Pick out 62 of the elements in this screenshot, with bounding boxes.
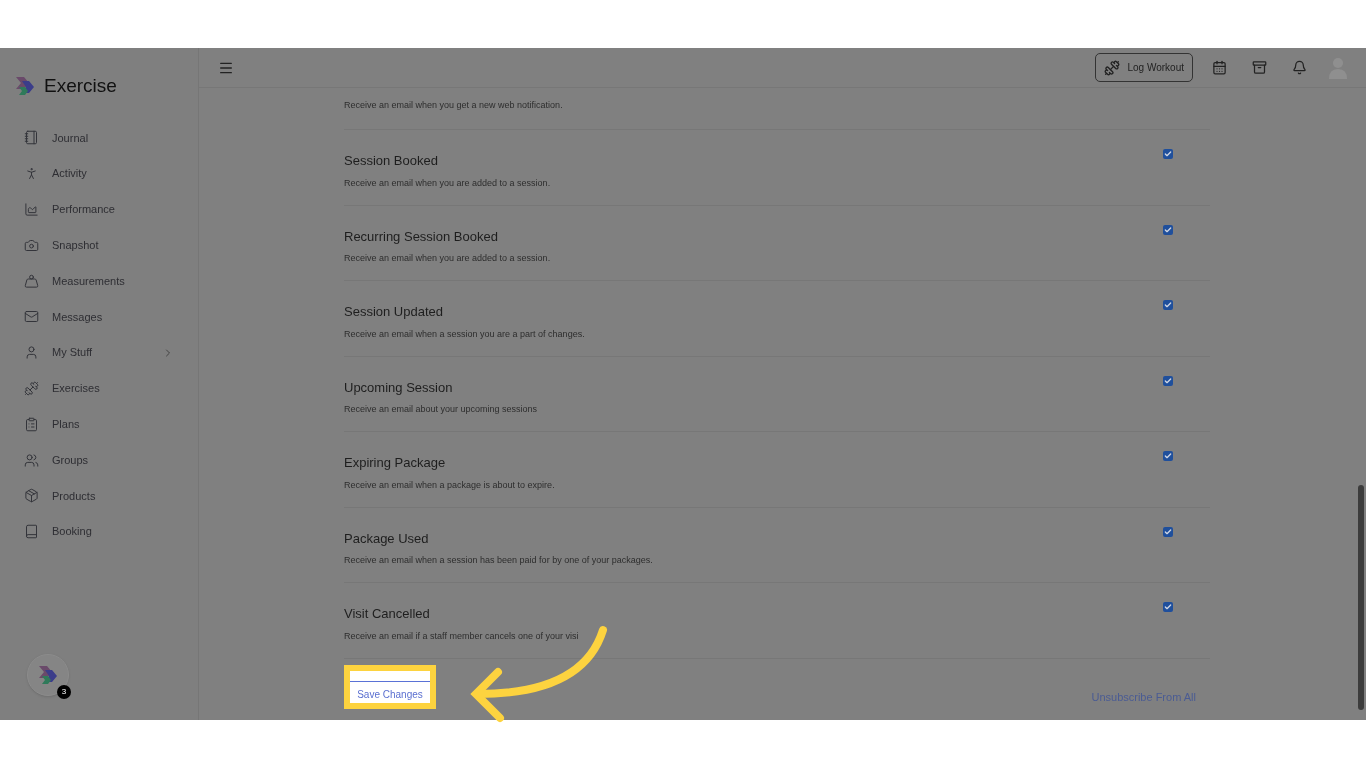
- notification-title: Expiring Package: [344, 454, 447, 472]
- box-icon[interactable]: [1252, 60, 1267, 75]
- checkbox[interactable]: [1163, 300, 1173, 310]
- sidebar-item[interactable]: Booking: [0, 513, 198, 550]
- brand-name: Exercise: [44, 73, 117, 98]
- sidebar-item[interactable]: Messages: [0, 299, 198, 335]
- log-workout-button[interactable]: Log Workout: [1095, 53, 1193, 82]
- notification-description: Receive an email if a staff member cancels one of your visi: [344, 629, 580, 643]
- notification-title: Upcoming Session: [344, 378, 454, 397]
- notification-title: Package Used: [344, 529, 430, 548]
- notification-description: Receive an email when a session you are a part of changes.: [344, 327, 586, 341]
- checkbox[interactable]: [1163, 526, 1173, 537]
- user-icon: [24, 345, 39, 361]
- notification-badge: 3: [57, 685, 71, 699]
- sidebar-item[interactable]: Snapshot: [0, 227, 198, 264]
- journal-icon: [24, 130, 39, 146]
- dumbbell-icon: [1104, 59, 1121, 76]
- checkmark-icon: [1164, 225, 1172, 234]
- bell-icon[interactable]: [1292, 60, 1307, 75]
- notification-title: Session Updated: [344, 303, 444, 321]
- camera-icon: [24, 237, 39, 253]
- envelope-icon: [24, 309, 39, 325]
- checkbox[interactable]: [1163, 602, 1173, 612]
- area-chart-icon: [24, 202, 39, 217]
- clipboard-icon: [24, 416, 39, 432]
- checkmark-icon: [1164, 603, 1172, 611]
- sidebar-item[interactable]: Measurements: [0, 263, 198, 299]
- calendar-icon[interactable]: [1212, 60, 1227, 75]
- checkmark-icon: [1164, 527, 1172, 536]
- notification-description: Receive an email when you are added to a session.: [344, 252, 552, 265]
- notification-description: Receive an email when a session has been paid for by one of your packages.: [344, 554, 654, 567]
- checkbox[interactable]: [1163, 224, 1173, 235]
- sidebar-item[interactable]: My Stuff: [0, 334, 198, 371]
- book-icon: [24, 524, 39, 540]
- sidebar-item[interactable]: Plans: [0, 406, 198, 443]
- sidebar-item[interactable]: Activity: [0, 155, 198, 192]
- checkbox[interactable]: [1163, 451, 1173, 461]
- checkmark-icon: [1164, 301, 1172, 309]
- package-icon: [24, 488, 39, 504]
- save-changes-button[interactable]: Save Changes: [350, 670, 430, 703]
- group-icon: [24, 452, 39, 468]
- notification-title: Recurring Session Booked: [344, 227, 499, 246]
- sidebar-item[interactable]: Groups: [0, 442, 198, 478]
- help-launcher-button[interactable]: [27, 654, 69, 696]
- sidebar-item[interactable]: Products: [0, 477, 198, 514]
- checkmark-icon: [1164, 452, 1172, 460]
- notification-title: Session Booked: [344, 152, 439, 170]
- notification-description: Receive an email when a package is about to expire.: [344, 478, 556, 492]
- notification-description: Receive an email when you are added to a session.: [344, 176, 552, 190]
- checkbox[interactable]: [1163, 149, 1173, 159]
- dumbbell-icon: [24, 380, 39, 396]
- notification-title: Visit Cancelled: [344, 605, 431, 623]
- checkbox[interactable]: [1163, 375, 1173, 386]
- checkmark-icon: [1164, 150, 1172, 158]
- notification-description: Receive an email about your upcoming sessions: [344, 403, 539, 416]
- notification-description: Receive an email when you get a new web notification.: [344, 98, 563, 112]
- checkmark-icon: [1164, 376, 1172, 385]
- logo-icon: [14, 75, 36, 97]
- logo-icon: [37, 664, 59, 686]
- sidebar-item[interactable]: Journal: [0, 120, 198, 156]
- sidebar-item[interactable]: Exercises: [0, 370, 198, 407]
- sidebar-item[interactable]: Performance: [0, 191, 198, 228]
